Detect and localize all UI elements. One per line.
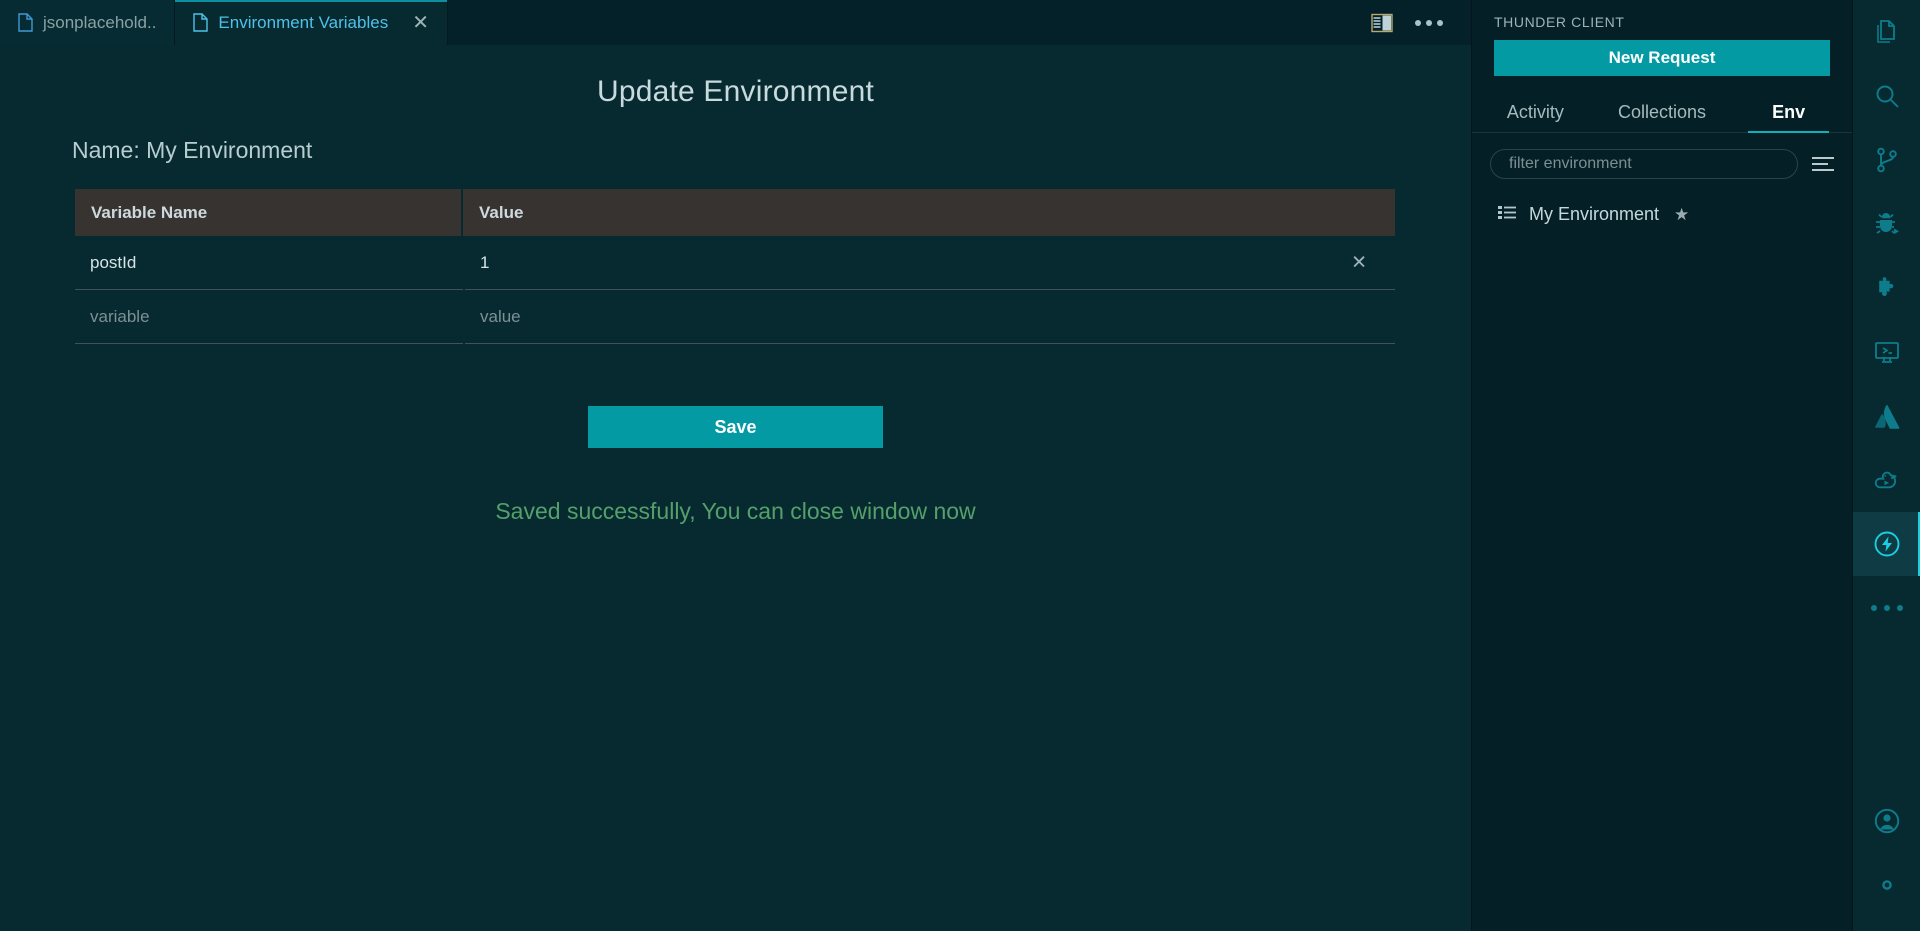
tab-collections[interactable]: Collections xyxy=(1599,102,1726,132)
star-icon[interactable]: ★ xyxy=(1674,205,1689,225)
search-icon[interactable] xyxy=(1853,64,1920,128)
variable-name-input[interactable]: postId xyxy=(75,236,463,290)
list-item[interactable]: My Environment ★ xyxy=(1472,197,1852,232)
panel-tabs: Activity Collections Env xyxy=(1472,84,1852,133)
filter-row xyxy=(1472,133,1852,179)
tab-env[interactable]: Env xyxy=(1725,102,1852,133)
remote-explorer-icon[interactable] xyxy=(1853,320,1920,384)
vscode-window: jsonplacehold.. Environment Variables ✕ xyxy=(0,0,1920,931)
tab-label: jsonplacehold.. xyxy=(43,12,157,32)
filter-environment-input[interactable] xyxy=(1490,149,1798,179)
hamburger-menu-icon[interactable] xyxy=(1812,157,1834,171)
variable-value-input[interactable]: 1 xyxy=(480,253,489,273)
column-header-value: Value xyxy=(479,202,524,222)
file-icon xyxy=(18,13,33,32)
accounts-icon[interactable] xyxy=(1853,789,1920,853)
editor-tab-bar: jsonplacehold.. Environment Variables ✕ xyxy=(0,0,1471,45)
environment-editor-body: Update Environment Name: My Environment … xyxy=(0,45,1471,931)
split-editor-icon[interactable] xyxy=(1371,13,1393,33)
new-request-button[interactable]: New Request xyxy=(1494,40,1830,76)
save-button[interactable]: Save xyxy=(588,406,883,448)
save-button-row: Save xyxy=(0,406,1471,448)
tab-activity[interactable]: Activity xyxy=(1472,102,1599,132)
file-icon xyxy=(193,13,209,32)
table-row: variable value xyxy=(75,290,1395,344)
environment-name: My Environment xyxy=(1529,204,1660,224)
extensions-icon[interactable] xyxy=(1853,256,1920,320)
status-message: Saved successfully, You can close window… xyxy=(495,498,976,524)
new-variable-value-input[interactable]: value xyxy=(465,290,1395,344)
variable-value-cell: 1 ✕ xyxy=(465,236,1395,290)
activity-bar xyxy=(1852,0,1920,931)
panel-title: THUNDER CLIENT xyxy=(1494,14,1625,30)
new-variable-name-input[interactable]: variable xyxy=(75,290,463,344)
variables-table: Variable Name Value postId 1 ✕ variable … xyxy=(75,189,1395,344)
column-header-variable-name: Variable Name xyxy=(75,189,463,236)
delete-row-icon[interactable]: ✕ xyxy=(1351,253,1367,272)
thunder-client-panel: THUNDER CLIENT New Request Activity Coll… xyxy=(1471,0,1852,931)
settings-gear-icon[interactable] xyxy=(1853,853,1920,917)
atlassian-icon[interactable] xyxy=(1853,384,1920,448)
new-request-row: New Request xyxy=(1472,40,1852,76)
rubber-duck-icon[interactable] xyxy=(1853,448,1920,512)
table-row: postId 1 ✕ xyxy=(75,236,1395,290)
more-views-icon[interactable] xyxy=(1853,576,1920,640)
explorer-icon[interactable] xyxy=(1853,0,1920,64)
close-icon[interactable]: ✕ xyxy=(412,13,429,33)
environment-name-label: Name: My Environment xyxy=(72,137,313,163)
tab-environment-variables[interactable]: Environment Variables ✕ xyxy=(175,0,448,45)
source-control-icon[interactable] xyxy=(1853,128,1920,192)
editor-tabbar-actions xyxy=(1371,0,1471,45)
tab-jsonplaceholder[interactable]: jsonplacehold.. xyxy=(0,0,176,45)
tab-label: Environment Variables xyxy=(218,12,389,32)
more-actions-icon[interactable] xyxy=(1415,19,1443,26)
environment-icon xyxy=(1498,205,1516,225)
table-header-row: Variable Name Value xyxy=(75,189,1395,236)
page-title: Update Environment xyxy=(596,75,875,108)
environment-list: My Environment ★ xyxy=(1472,179,1852,232)
run-and-debug-icon[interactable] xyxy=(1853,192,1920,256)
thunder-client-icon[interactable] xyxy=(1852,512,1920,576)
editor-area: jsonplacehold.. Environment Variables ✕ xyxy=(0,0,1471,931)
